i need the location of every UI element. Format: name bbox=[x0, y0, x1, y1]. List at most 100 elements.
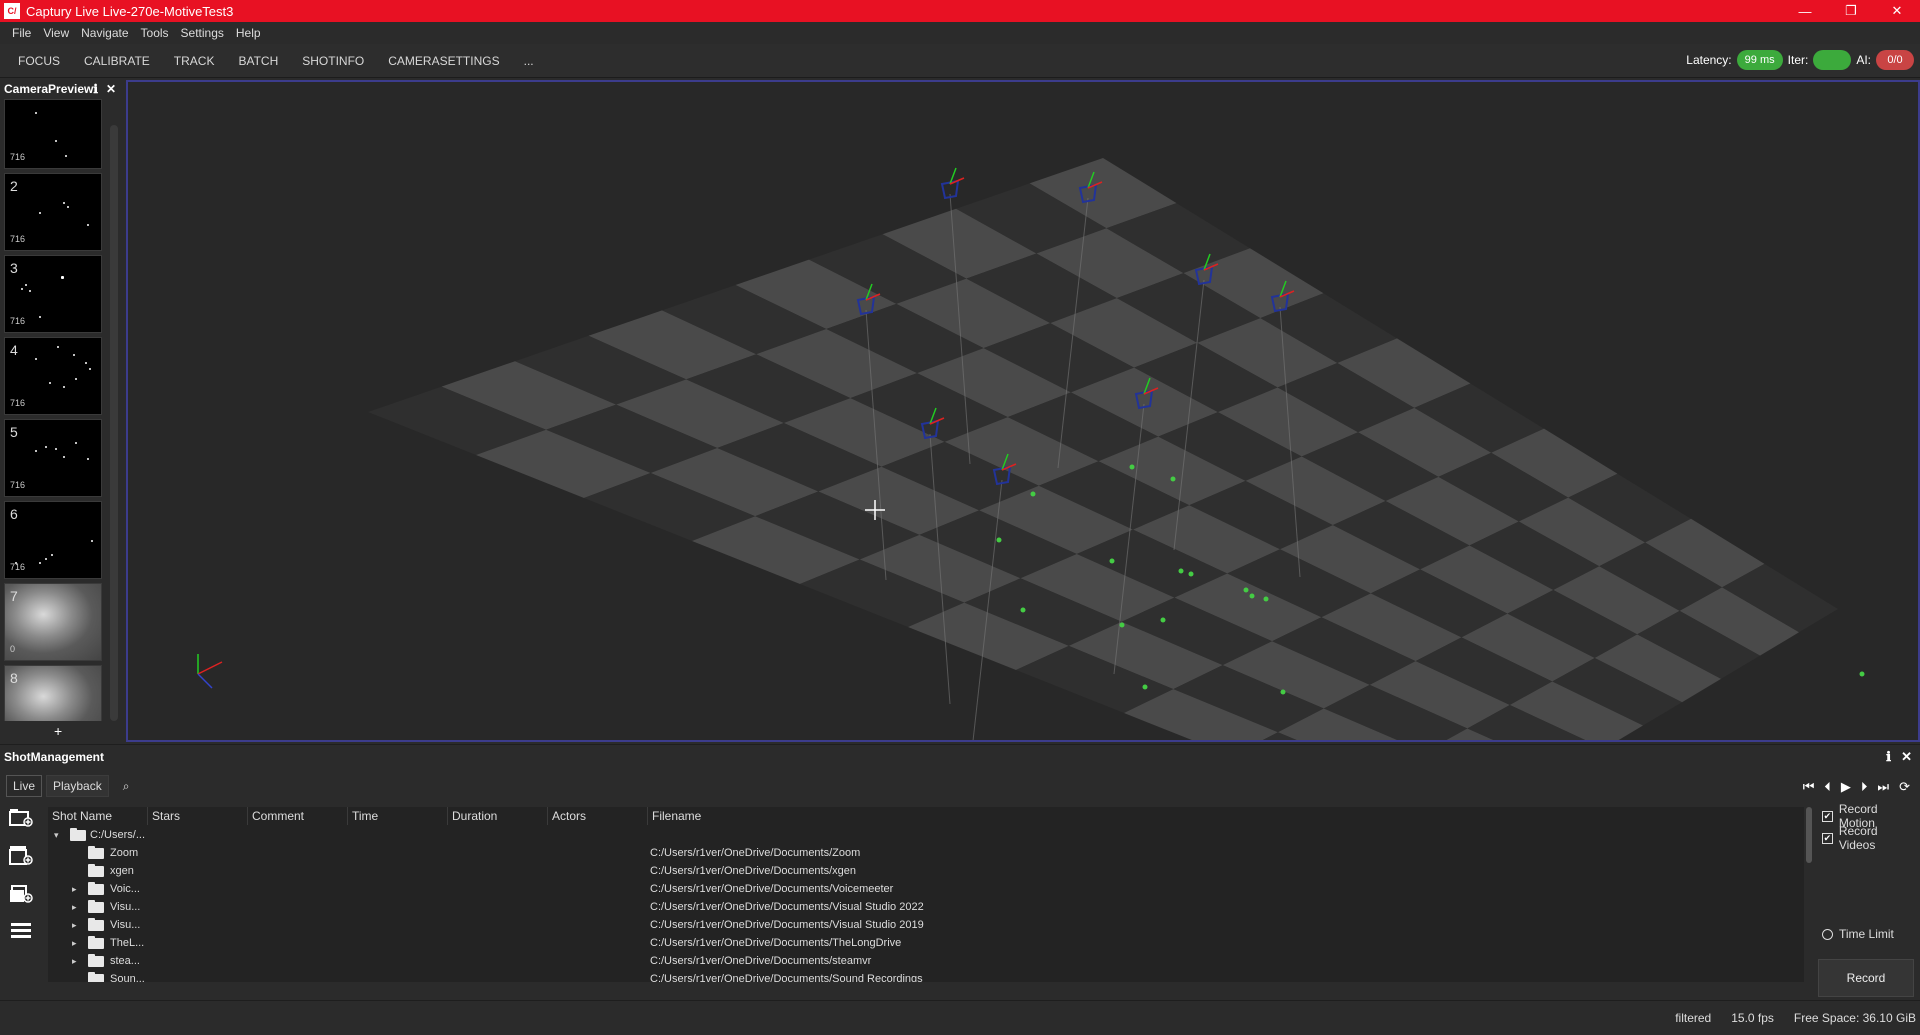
list-menu-icon[interactable] bbox=[8, 919, 34, 943]
expand-arrow-icon[interactable]: ▸ bbox=[72, 884, 77, 895]
shot-management-title: ShotManagement bbox=[4, 750, 105, 764]
add-camera-button[interactable]: + bbox=[54, 723, 62, 739]
camera-number: 2 bbox=[10, 178, 18, 194]
camera-preview-title: CameraPreview bbox=[4, 82, 94, 96]
table-row[interactable]: xgen C:/Users/r1ver/OneDrive/Documents/x… bbox=[48, 863, 1804, 881]
tree-root-row[interactable]: ▾ C:/Users/... bbox=[48, 827, 1804, 845]
tab-calibrate[interactable]: CALIBRATE bbox=[72, 54, 162, 68]
new-folder-icon[interactable] bbox=[8, 805, 34, 829]
time-limit-radio[interactable] bbox=[1822, 928, 1833, 940]
expand-arrow-icon[interactable]: ▸ bbox=[72, 938, 77, 949]
info-icon[interactable]: ℹ bbox=[93, 82, 98, 96]
camera-count: 716 bbox=[10, 562, 26, 572]
expand-arrow-icon[interactable]: ▸ bbox=[72, 920, 77, 931]
close-window-button[interactable]: ✕ bbox=[1874, 0, 1920, 22]
close-icon[interactable]: ✕ bbox=[1901, 749, 1912, 765]
camera-thumb-7[interactable]: 7 0 bbox=[4, 583, 102, 661]
marker-point bbox=[1243, 587, 1249, 593]
fps-readout: 15.0 fps bbox=[1731, 1011, 1774, 1025]
marker-point bbox=[1020, 607, 1026, 613]
loop-icon[interactable]: ⟳ bbox=[1899, 779, 1910, 795]
camera-thumb-1[interactable]: 716 bbox=[4, 99, 102, 169]
column-stars[interactable]: Stars bbox=[148, 807, 248, 825]
table-row[interactable]: Zoom C:/Users/r1ver/OneDrive/Documents/Z… bbox=[48, 845, 1804, 863]
column-comment[interactable]: Comment bbox=[248, 807, 348, 825]
time-limit-row[interactable]: Time Limit bbox=[1822, 923, 1916, 945]
camera-thumb-5[interactable]: 5 716 bbox=[4, 419, 102, 497]
record-videos-checkbox[interactable]: ✔ bbox=[1822, 832, 1833, 844]
camera-thumb-2[interactable]: 2 716 bbox=[4, 173, 102, 251]
record-videos-row[interactable]: ✔ Record Videos bbox=[1822, 824, 1916, 852]
free-space-readout: Free Space: 36.10 GiB bbox=[1793, 1011, 1916, 1025]
marker-point bbox=[1142, 684, 1148, 690]
shot-management-panel: ShotManagement ℹ ✕ Live Playback ⌕ ⏮ ⏴ ▶… bbox=[0, 744, 1920, 999]
camera-thumb-8[interactable]: 8 0 bbox=[4, 665, 102, 721]
marker-point bbox=[1129, 464, 1135, 470]
table-row[interactable]: ▸ Voic... C:/Users/r1ver/OneDrive/Docume… bbox=[48, 881, 1804, 899]
camera-count: 716 bbox=[10, 398, 26, 408]
menu-help[interactable]: Help bbox=[230, 26, 267, 40]
menu-file[interactable]: File bbox=[6, 26, 37, 40]
time-limit-label: Time Limit bbox=[1839, 927, 1894, 941]
close-icon[interactable]: ✕ bbox=[106, 82, 116, 96]
filename: C:/Users/r1ver/OneDrive/Documents/Visual… bbox=[650, 901, 924, 913]
3d-viewport[interactable] bbox=[126, 80, 1920, 742]
menu-view[interactable]: View bbox=[37, 26, 75, 40]
column-actors[interactable]: Actors bbox=[548, 807, 648, 825]
column-duration[interactable]: Duration bbox=[448, 807, 548, 825]
record-options: ✔ Record Motion ✔ Record Videos Time Lim… bbox=[1822, 802, 1916, 945]
tab-live[interactable]: Live bbox=[6, 775, 43, 797]
table-row[interactable]: ▸ Visu... C:/Users/r1ver/OneDrive/Docume… bbox=[48, 917, 1804, 935]
camera-thumb-4[interactable]: 4 716 bbox=[4, 337, 102, 415]
menu-tools[interactable]: Tools bbox=[135, 26, 175, 40]
tab-batch[interactable]: BATCH bbox=[226, 54, 290, 68]
iter-badge bbox=[1813, 50, 1852, 70]
record-motion-checkbox[interactable]: ✔ bbox=[1822, 810, 1833, 822]
column-filename[interactable]: Filename bbox=[648, 807, 1804, 825]
tab-more[interactable]: ... bbox=[512, 54, 546, 68]
camera-count: 716 bbox=[10, 316, 26, 326]
add-take-icon[interactable] bbox=[8, 881, 34, 905]
maximize-button[interactable]: ❐ bbox=[1828, 0, 1874, 22]
table-row[interactable]: ▸ Visu... C:/Users/r1ver/OneDrive/Docume… bbox=[48, 899, 1804, 917]
shot-name: TheL... bbox=[110, 937, 145, 949]
filename: C:/Users/r1ver/OneDrive/Documents/Visual… bbox=[650, 919, 924, 931]
tab-playback[interactable]: Playback bbox=[46, 775, 109, 797]
column-shot-name[interactable]: Shot Name bbox=[48, 807, 148, 825]
camera-count: 716 bbox=[10, 234, 26, 244]
tab-shotinfo[interactable]: SHOTINFO bbox=[290, 54, 376, 68]
folder-icon bbox=[88, 918, 104, 931]
app-logo-icon: C/ bbox=[4, 3, 20, 19]
marker-point bbox=[996, 537, 1002, 543]
collapse-arrow-icon[interactable]: ▾ bbox=[54, 830, 59, 841]
info-icon[interactable]: ℹ bbox=[1886, 749, 1891, 765]
expand-arrow-icon[interactable]: ▸ bbox=[72, 956, 77, 967]
table-row[interactable]: ▸ TheL... C:/Users/r1ver/OneDrive/Docume… bbox=[48, 935, 1804, 953]
table-scrollbar[interactable] bbox=[1806, 807, 1812, 863]
play-icon[interactable]: ▶ bbox=[1841, 779, 1851, 795]
record-button[interactable]: Record bbox=[1818, 959, 1914, 997]
menu-navigate[interactable]: Navigate bbox=[75, 26, 134, 40]
expand-arrow-icon[interactable]: ▸ bbox=[72, 902, 77, 913]
tab-track[interactable]: TRACK bbox=[162, 54, 227, 68]
camera-number: 8 bbox=[10, 670, 18, 686]
marker-point bbox=[1188, 571, 1194, 577]
camera-list-scrollbar[interactable] bbox=[110, 125, 118, 721]
table-row[interactable]: ▸ stea... C:/Users/r1ver/OneDrive/Docume… bbox=[48, 953, 1804, 971]
skip-start-icon[interactable]: ⏮ bbox=[1803, 779, 1815, 795]
step-forward-icon[interactable]: ⏵ bbox=[1861, 779, 1868, 795]
skip-end-icon[interactable]: ⏭ bbox=[1877, 779, 1889, 795]
new-shot-icon[interactable] bbox=[8, 843, 34, 867]
table-row[interactable]: Soun... C:/Users/r1ver/OneDrive/Document… bbox=[48, 971, 1804, 982]
step-back-icon[interactable]: ⏴ bbox=[1824, 779, 1831, 795]
folder-icon bbox=[88, 972, 104, 982]
search-icon[interactable]: ⌕ bbox=[123, 779, 130, 794]
camera-thumb-3[interactable]: 3 716 bbox=[4, 255, 102, 333]
minimize-button[interactable]: — bbox=[1782, 0, 1828, 22]
column-time[interactable]: Time bbox=[348, 807, 448, 825]
tab-camerasettings[interactable]: CAMERASETTINGS bbox=[376, 54, 511, 68]
tab-focus[interactable]: FOCUS bbox=[6, 54, 72, 68]
menu-settings[interactable]: Settings bbox=[175, 26, 230, 40]
ai-badge: 0/0 bbox=[1876, 50, 1914, 70]
camera-thumb-6[interactable]: 6 716 bbox=[4, 501, 102, 579]
